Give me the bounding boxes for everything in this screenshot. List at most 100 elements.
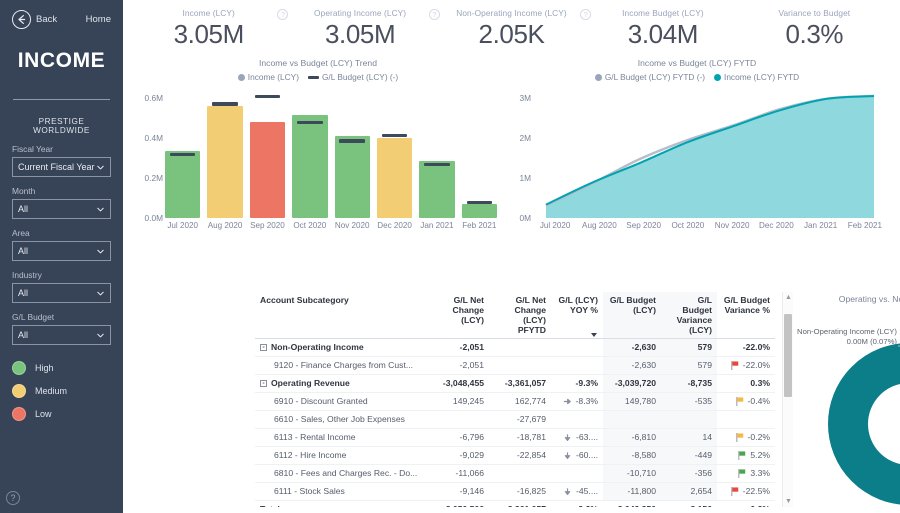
table-row[interactable]: 6910 - Discount Granted 149,245 162,774 -8.… bbox=[255, 392, 775, 411]
table-scrollbar[interactable]: ▲ ▼ bbox=[782, 292, 793, 507]
cell-account-subcategory[interactable]: 6111 - Stock Sales bbox=[255, 482, 427, 501]
budget-marker bbox=[381, 133, 408, 137]
bar[interactable] bbox=[334, 136, 370, 218]
back-label[interactable]: Back bbox=[36, 14, 57, 25]
x-tick-label: Aug 2020 bbox=[207, 221, 243, 230]
table-row[interactable]: 6113 - Rental Income -6,796 -18,781 -63....… bbox=[255, 428, 775, 447]
bar[interactable] bbox=[461, 204, 497, 218]
trend-flat-icon bbox=[563, 398, 571, 404]
bar-chart-y-axis: 0.0M 0.2M 0.4M 0.6M bbox=[135, 86, 163, 223]
x-tick-label: Feb 2021 bbox=[462, 221, 497, 230]
table-row[interactable]: 6810 - Fees and Charges Rec. - Do... -11,… bbox=[255, 464, 775, 483]
bar-column[interactable] bbox=[419, 86, 455, 218]
table-row[interactable]: 6111 - Stock Sales -9,146 -16,825 -45.... -1… bbox=[255, 482, 775, 501]
donut-slice-operating-revenue[interactable] bbox=[828, 343, 900, 505]
cell-gl-budget: 149,780 bbox=[603, 392, 661, 411]
legend-item-income[interactable]: Income (LCY) bbox=[237, 72, 299, 82]
bar[interactable] bbox=[419, 161, 455, 218]
cell-account-subcategory[interactable]: - Operating Revenue bbox=[255, 374, 427, 393]
col-account-subcategory[interactable]: Account Subcategory bbox=[255, 292, 427, 339]
scroll-down-icon[interactable]: ▼ bbox=[783, 496, 793, 507]
cell-gl-budget-variance: 2,654 bbox=[661, 482, 717, 501]
row-label: 6910 - Discount Granted bbox=[274, 396, 368, 407]
variance-pct-value: 0.3% bbox=[750, 378, 770, 389]
fiscal-year-select[interactable]: Current Fiscal Year bbox=[12, 157, 111, 177]
bar-chart-bars bbox=[165, 86, 497, 218]
bar[interactable] bbox=[292, 115, 328, 218]
donut-slices[interactable] bbox=[828, 343, 900, 505]
x-tick-label: Aug 2020 bbox=[582, 221, 617, 230]
area-chart-x-axis: Jul 2020 Aug 2020 Sep 2020 Oct 2020 Nov 2020… bbox=[533, 221, 887, 230]
cell-gl-budget-variance-pct: 3.3% bbox=[717, 464, 775, 483]
cell-gl-net-change-pfytd: -16,825 bbox=[489, 482, 551, 501]
month-select[interactable]: All bbox=[12, 199, 111, 219]
x-tick-label: Dec 2020 bbox=[759, 221, 794, 230]
bar-column[interactable] bbox=[292, 86, 328, 218]
scroll-up-icon[interactable]: ▲ bbox=[783, 292, 793, 303]
y-tick-label: 1M bbox=[519, 173, 531, 183]
cell-account-subcategory[interactable]: 6113 - Rental Income bbox=[255, 428, 427, 447]
cell-account-subcategory[interactable]: 6610 - Sales, Other Job Expenses bbox=[255, 410, 427, 429]
kpi-label: Income Budget (LCY) bbox=[622, 8, 704, 18]
filter-label: Industry bbox=[12, 270, 42, 280]
cell-account-subcategory[interactable]: 9120 - Finance Charges from Cust... bbox=[255, 356, 427, 375]
table-row[interactable]: 9120 - Finance Charges from Cust... -2,05… bbox=[255, 356, 775, 375]
col-gl-yoy-pct[interactable]: G/L (LCY) YOY % bbox=[551, 292, 603, 339]
table-row[interactable]: - Operating Revenue -3,048,455 -3,361,057 -9… bbox=[255, 374, 775, 393]
row-expander[interactable]: - bbox=[260, 344, 267, 352]
cell-gl-net-change: -11,066 bbox=[427, 464, 489, 483]
bar-column[interactable] bbox=[165, 86, 201, 218]
cell-gl-net-change-pfytd: 162,774 bbox=[489, 392, 551, 411]
table-row[interactable]: - Non-Operating Income -2,051 -2,630 579 -22.… bbox=[255, 338, 775, 357]
bar-column[interactable] bbox=[461, 86, 497, 218]
table-row[interactable]: 6610 - Sales, Other Job Expenses -27,679 bbox=[255, 410, 775, 429]
bar[interactable] bbox=[207, 106, 243, 218]
kpi-variance-to-budget: Variance to Budget 0.3% bbox=[739, 8, 890, 50]
bar[interactable] bbox=[249, 122, 286, 218]
help-icon[interactable]: ? bbox=[6, 491, 20, 505]
cell-gl-budget-variance: 14 bbox=[661, 428, 717, 447]
bar-column[interactable] bbox=[376, 86, 413, 218]
filter-value: All bbox=[18, 288, 29, 298]
bar[interactable] bbox=[376, 138, 413, 218]
bar-column[interactable] bbox=[249, 86, 286, 218]
col-gl-budget-variance[interactable]: G/L Budget Variance (LCY) bbox=[661, 292, 717, 339]
col-gl-net-change[interactable]: G/L Net Change (LCY) bbox=[427, 292, 489, 339]
legend-item-budget[interactable]: G/L Budget (LCY) (-) bbox=[307, 72, 398, 82]
row-expander[interactable]: - bbox=[260, 380, 267, 388]
col-gl-budget-variance-pct[interactable]: G/L Budget Variance % bbox=[717, 292, 775, 339]
chart-title: Income vs Budget (LCY) Trend bbox=[259, 58, 377, 68]
back-arrow-icon[interactable] bbox=[12, 9, 31, 29]
industry-select[interactable]: All bbox=[12, 283, 111, 303]
cell-gl-net-change: -9,029 bbox=[427, 446, 489, 465]
scrollbar-thumb[interactable] bbox=[784, 314, 792, 397]
bar-column[interactable] bbox=[207, 86, 243, 218]
income-vs-budget-fytd-chart: Income vs Budget (LCY) FYTD G/L Budget (… bbox=[507, 58, 887, 260]
filter-value: All bbox=[18, 246, 29, 256]
trend-down-icon bbox=[564, 487, 571, 495]
cell-gl-yoy-pct: -63.... bbox=[551, 428, 603, 447]
bar-column[interactable] bbox=[334, 86, 370, 218]
area-select[interactable]: All bbox=[12, 241, 111, 261]
cell-account-subcategory[interactable]: 6810 - Fees and Charges Rec. - Do... bbox=[255, 464, 427, 483]
legend-dot-icon bbox=[237, 73, 245, 81]
bar[interactable] bbox=[165, 151, 201, 218]
filter-area: Area All bbox=[12, 228, 111, 261]
cell-account-subcategory[interactable]: - Non-Operating Income bbox=[255, 338, 427, 357]
legend-item-income-fytd[interactable]: Income (LCY) FYTD bbox=[714, 72, 799, 82]
table-row[interactable]: 6112 - Hire Income -9,029 -22,854 -60.... -8… bbox=[255, 446, 775, 465]
legend-item-budget-fytd[interactable]: G/L Budget (LCY) FYTD (-) bbox=[594, 72, 705, 82]
cell-gl-budget-variance-pct: 0.3% bbox=[717, 374, 775, 393]
table-body: - Non-Operating Income -2,051 -2,630 579 -22.… bbox=[255, 338, 775, 501]
home-link[interactable]: Home bbox=[86, 14, 111, 25]
cell-total-net-change: -3,050,506 bbox=[427, 499, 489, 507]
table-header-row: Account Subcategory G/L Net Change (LCY)… bbox=[255, 292, 775, 339]
kpi-non-operating-income: Non-Operating Income (LCY) 2.05K ? bbox=[436, 8, 592, 50]
gl-budget-select[interactable]: All bbox=[12, 325, 111, 345]
col-gl-net-change-pfytd[interactable]: G/L Net Change (LCY) PFYTD bbox=[489, 292, 551, 339]
cell-account-subcategory[interactable]: 6112 - Hire Income bbox=[255, 446, 427, 465]
chevron-down-icon bbox=[97, 291, 104, 295]
donut-label-name: Non-Operating Income (LCY) bbox=[797, 327, 897, 336]
cell-account-subcategory[interactable]: 6910 - Discount Granted bbox=[255, 392, 427, 411]
col-gl-budget[interactable]: G/L Budget (LCY) bbox=[603, 292, 661, 339]
